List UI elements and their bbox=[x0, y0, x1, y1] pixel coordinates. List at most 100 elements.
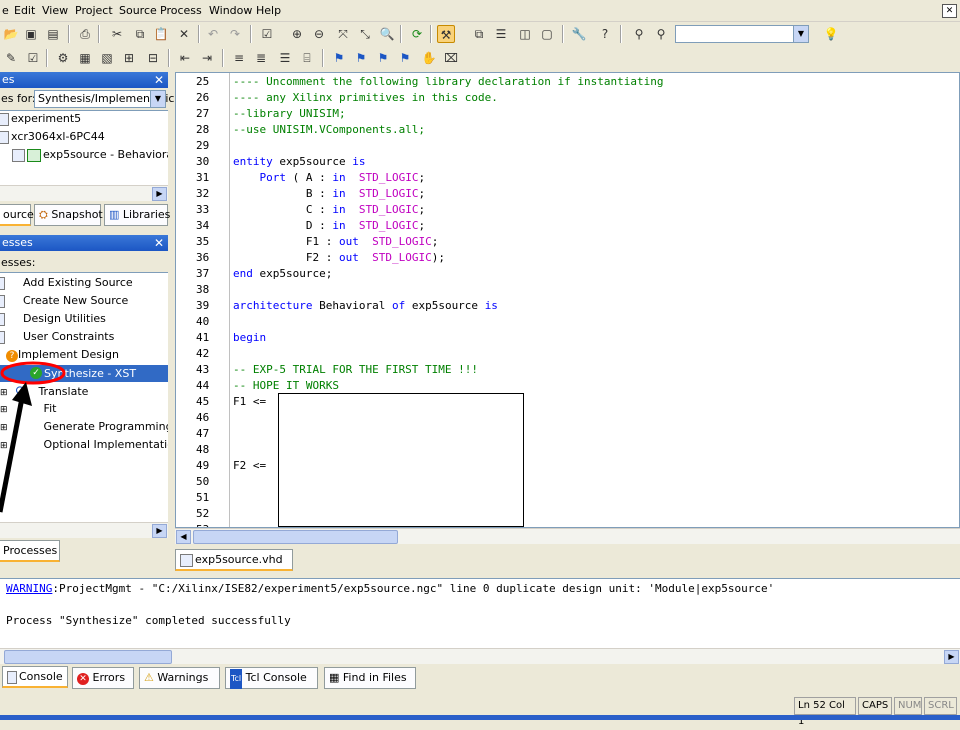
binoculars-icon[interactable]: ⚲ bbox=[630, 25, 648, 43]
tile-vertical-icon[interactable]: ◫ bbox=[516, 25, 534, 43]
code-editor[interactable]: 25 26 27 28 29 30 31 32 33 34 35 36 37 38 39 40 41 42 43 44… bbox=[175, 72, 960, 528]
bookmark-prev-icon[interactable]: ⚑ bbox=[374, 49, 392, 67]
tab-sources[interactable]: ources bbox=[0, 204, 40, 226]
close-icon[interactable]: ✕ bbox=[942, 4, 957, 18]
clear-icon[interactable]: ⌧ bbox=[442, 49, 460, 67]
tree-item-project[interactable]: experiment5 bbox=[0, 112, 81, 126]
tab-errors[interactable]: ✕ Errors bbox=[72, 667, 134, 689]
menu-view[interactable]: View bbox=[42, 4, 68, 17]
scroll-right-icon[interactable]: ▶ bbox=[152, 524, 167, 538]
refresh-icon[interactable]: ⟳ bbox=[408, 25, 426, 43]
cascade-windows-icon[interactable]: ⧉ bbox=[470, 25, 488, 43]
group-icon[interactable]: ▦ bbox=[76, 49, 94, 67]
save-all-icon[interactable]: ▤ bbox=[44, 25, 62, 43]
code-line[interactable]: F1 : out STD_LOGIC; bbox=[233, 235, 438, 248]
code-line[interactable]: -- EXP-5 TRIAL FOR THE FIRST TIME !!! bbox=[233, 363, 478, 376]
code-line[interactable]: D : in STD_LOGIC; bbox=[233, 219, 425, 232]
edit-icon[interactable]: ✎ bbox=[2, 49, 20, 67]
menu-help[interactable]: Help bbox=[256, 4, 281, 17]
search-combo[interactable]: ▼ bbox=[675, 25, 809, 43]
indent-icon[interactable]: ⇥ bbox=[198, 49, 216, 67]
warning-link[interactable]: WARNING bbox=[6, 582, 52, 595]
bookmark-next-icon[interactable]: ⚑ bbox=[352, 49, 370, 67]
close-icon[interactable]: ✕ bbox=[154, 72, 164, 88]
sources-for-select[interactable]: Synthesis/Implementatic ▼ bbox=[34, 90, 174, 108]
code-line[interactable]: --use UNISIM.VComponents.all; bbox=[233, 123, 425, 136]
bookmark-clear-icon[interactable]: ⚑ bbox=[396, 49, 414, 67]
scroll-thumb[interactable] bbox=[193, 530, 398, 544]
delete-icon[interactable]: ✕ bbox=[175, 25, 193, 43]
find-in-files-icon[interactable]: ⚲ bbox=[652, 25, 670, 43]
redo-icon[interactable]: ↷ bbox=[226, 25, 244, 43]
menu-project[interactable]: Project bbox=[75, 4, 113, 17]
code-line[interactable]: F2 : out STD_LOGIC); bbox=[233, 251, 445, 264]
find-icon[interactable]: 🔍 bbox=[378, 25, 396, 43]
menu-file[interactable]: e bbox=[2, 4, 9, 17]
zoom-full-icon[interactable]: ⤡ bbox=[356, 25, 374, 43]
network-icon[interactable]: ⊟ bbox=[144, 49, 162, 67]
ungroup-icon[interactable]: ▧ bbox=[98, 49, 116, 67]
code-line[interactable]: C : in STD_LOGIC; bbox=[233, 203, 425, 216]
tab-snapshots[interactable]: ⛭ Snapshot bbox=[34, 204, 103, 226]
code-line[interactable]: F1 <= bbox=[233, 395, 266, 408]
tab-find-in-files[interactable]: ▦ Find in Files bbox=[324, 667, 416, 689]
chevron-down-icon[interactable]: ▼ bbox=[150, 91, 165, 107]
code-line[interactable]: end exp5source; bbox=[233, 267, 332, 280]
tab-libraries[interactable]: ▥ Libraries bbox=[104, 204, 170, 226]
menu-source[interactable]: Source bbox=[119, 4, 157, 17]
tab-console[interactable]: Console bbox=[2, 666, 68, 688]
code-line[interactable]: ---- any Xilinx primitives in this code. bbox=[233, 91, 498, 104]
tab-tcl-console[interactable]: Tcl Tcl Console bbox=[225, 667, 318, 689]
code-line[interactable]: -- HOPE IT WORKS bbox=[233, 379, 339, 392]
processes-hscroll[interactable]: ▶ bbox=[0, 522, 168, 538]
bookmark-toggle-icon[interactable]: ⚑ bbox=[330, 49, 348, 67]
uncomment-icon[interactable]: ≣ bbox=[252, 49, 270, 67]
process-add-existing-source[interactable]: Add Existing Source bbox=[0, 276, 133, 290]
check-syntax-icon[interactable]: ☑ bbox=[24, 49, 42, 67]
help-pointer-icon[interactable]: ? bbox=[596, 25, 614, 43]
editor-hscroll[interactable]: ◀ bbox=[175, 528, 960, 544]
process-create-new-source[interactable]: Create New Source bbox=[0, 294, 128, 308]
code-line[interactable]: Port ( A : in STD_LOGIC; bbox=[233, 171, 425, 184]
menu-edit[interactable]: Edit bbox=[14, 4, 35, 17]
copy-icon[interactable]: ⧉ bbox=[131, 25, 149, 43]
code-line[interactable]: entity exp5source is bbox=[233, 155, 365, 168]
tile-horizontal-icon[interactable]: ☰ bbox=[492, 25, 510, 43]
code-line[interactable]: --library UNISIM; bbox=[233, 107, 346, 120]
scroll-left-icon[interactable]: ◀ bbox=[176, 530, 191, 544]
close-icon[interactable]: ✕ bbox=[154, 235, 164, 251]
cut-icon[interactable]: ✂ bbox=[108, 25, 126, 43]
menu-window[interactable]: Window bbox=[209, 4, 252, 17]
wrench-icon[interactable]: 🔧 bbox=[570, 25, 588, 43]
open-folder-icon[interactable]: 📂 bbox=[2, 25, 20, 43]
sources-hscroll[interactable]: ▶ bbox=[0, 185, 168, 201]
hierarchy-icon[interactable]: ⊞ bbox=[120, 49, 138, 67]
save-icon[interactable]: ▣ bbox=[22, 25, 40, 43]
format-icon[interactable]: ⌸ bbox=[298, 49, 316, 67]
hand-pan-icon[interactable]: ✋ bbox=[420, 49, 438, 67]
settings-icon[interactable]: ⚙ bbox=[54, 49, 72, 67]
outdent-icon[interactable]: ⇤ bbox=[176, 49, 194, 67]
code-line[interactable]: architecture Behavioral of exp5source is bbox=[233, 299, 498, 312]
code-line[interactable]: ---- Uncomment the following library dec… bbox=[233, 75, 663, 88]
paste-icon[interactable]: 📋 bbox=[152, 25, 170, 43]
hammer-icon[interactable]: ⚒ bbox=[437, 25, 455, 43]
scroll-thumb[interactable] bbox=[4, 650, 172, 664]
menu-process[interactable]: Process bbox=[160, 4, 202, 17]
print-icon[interactable]: ⎙ bbox=[76, 25, 94, 43]
tab-warnings[interactable]: ⚠ Warnings bbox=[139, 667, 220, 689]
zoom-in-icon[interactable]: ⊕ bbox=[288, 25, 306, 43]
zoom-fit-icon[interactable]: ⤧ bbox=[334, 25, 352, 43]
tab-processes[interactable]: Processes bbox=[0, 540, 60, 562]
comment-icon[interactable]: ≡ bbox=[230, 49, 248, 67]
scroll-right-icon[interactable]: ▶ bbox=[944, 650, 959, 664]
code-line[interactable]: begin bbox=[233, 331, 266, 344]
tree-item-device[interactable]: xcr3064xl-6PC44 bbox=[0, 130, 105, 144]
console-output[interactable]: WARNING:ProjectMgmt - "C:/Xilinx/ISE82/e… bbox=[0, 578, 960, 648]
tree-item-source[interactable]: exp5source - Behavioral (e bbox=[12, 148, 168, 162]
console-hscroll[interactable]: ▶ bbox=[0, 648, 960, 664]
chevron-down-icon[interactable]: ▼ bbox=[793, 26, 808, 42]
zoom-out-icon[interactable]: ⊖ bbox=[310, 25, 328, 43]
maximize-window-icon[interactable]: ▢ bbox=[538, 25, 556, 43]
undo-icon[interactable]: ↶ bbox=[204, 25, 222, 43]
